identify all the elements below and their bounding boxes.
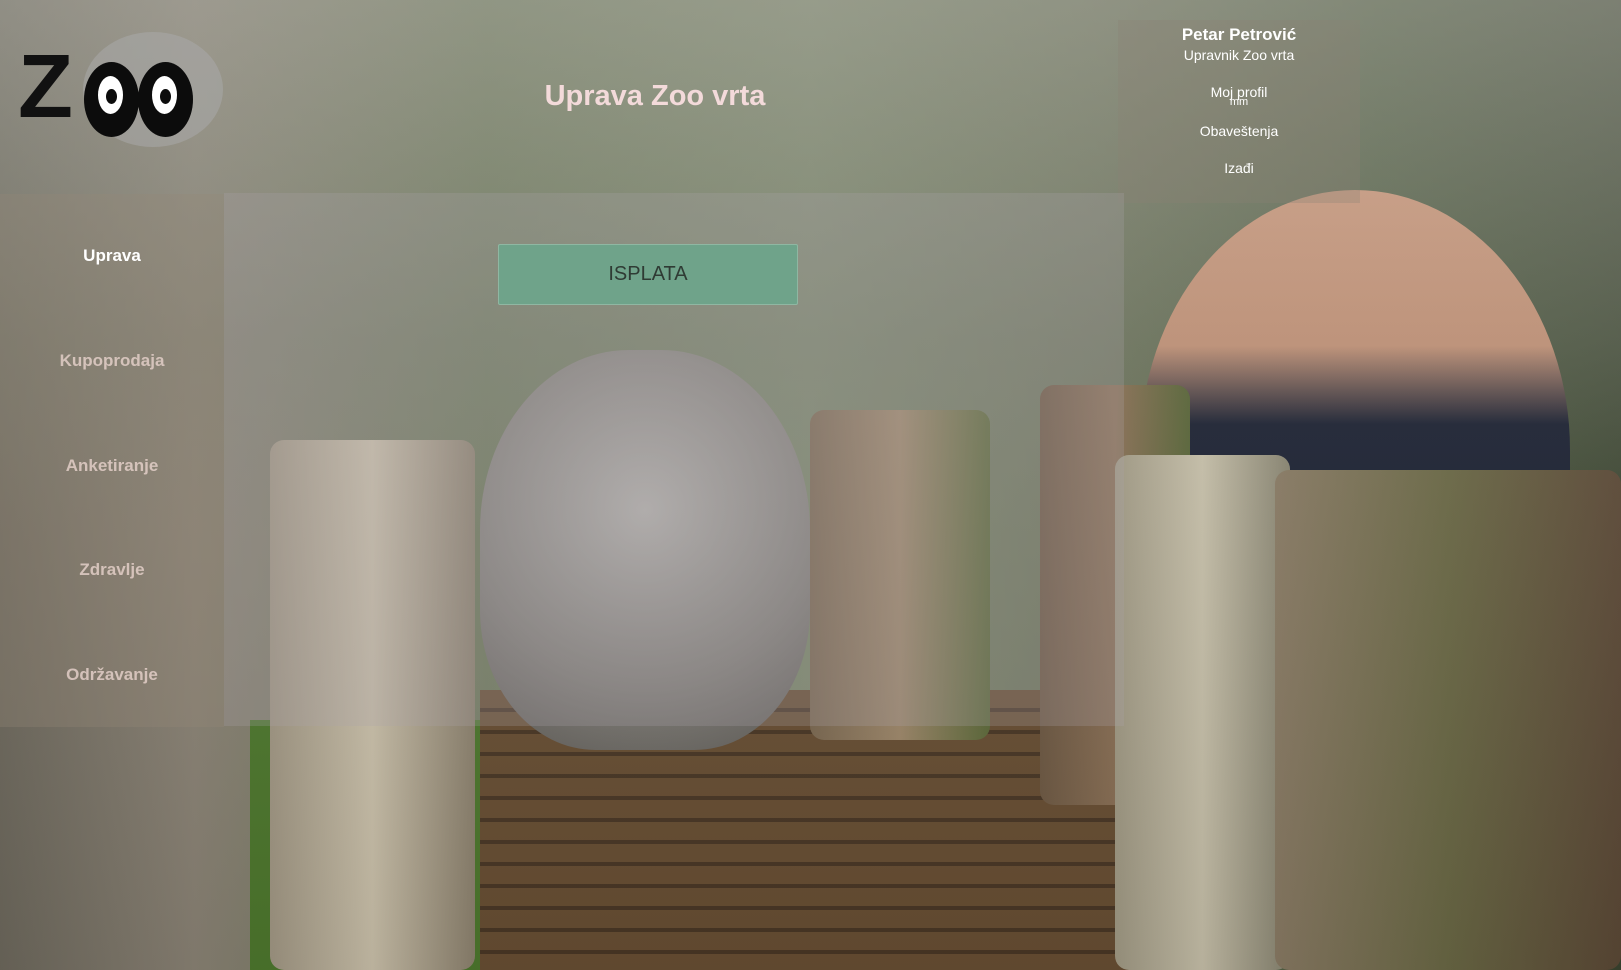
payout-button[interactable]: ISPLATA xyxy=(498,244,798,305)
user-name: Petar Petrović xyxy=(1181,25,1297,44)
user-role: Upravnik Zoo vrta xyxy=(1183,47,1295,63)
logout-link[interactable]: Izađi xyxy=(1118,160,1360,176)
sidebar-item-uprava[interactable]: Uprava xyxy=(0,246,224,266)
sidebar-item-kupoprodaja[interactable]: Kupoprodaja xyxy=(0,351,224,371)
logo-eye-icon xyxy=(138,62,193,137)
sidebar-item-zdravlje[interactable]: Zdravlje xyxy=(0,560,224,580)
logo-eye-icon xyxy=(84,62,139,137)
logo-letter-z: Z xyxy=(18,37,73,137)
page-title: Uprava Zoo vrta xyxy=(544,80,766,112)
sidebar-item-odrzavanje[interactable]: Održavanje xyxy=(0,665,224,685)
user-panel: Petar Petrović Upravnik Zoo vrta Moj pro… xyxy=(1118,20,1360,203)
sidebar-nav: Uprava Kupoprodaja Anketiranje Zdravlje … xyxy=(0,194,224,727)
zoo-logo[interactable]: Z xyxy=(18,32,223,152)
my-profile-sublabel[interactable]: mm xyxy=(1118,96,1360,108)
sidebar-item-anketiranje[interactable]: Anketiranje xyxy=(0,456,224,476)
notifications-link[interactable]: Obaveštenja xyxy=(1118,123,1360,139)
main-content-panel: ISPLATA xyxy=(224,193,1124,726)
